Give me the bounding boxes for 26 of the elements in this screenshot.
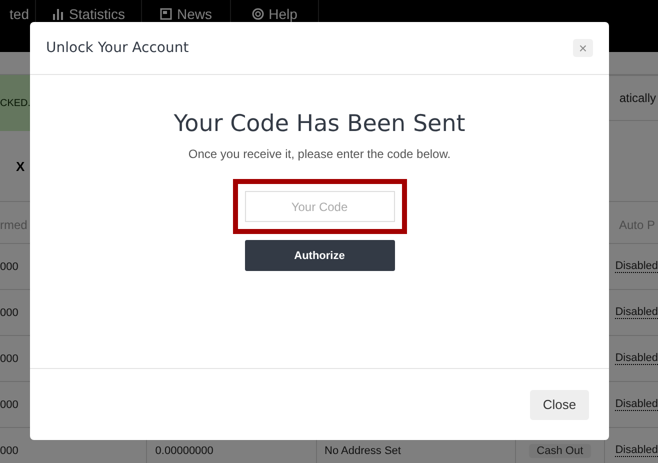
table-cell: 000	[0, 352, 18, 364]
auto-pay-link[interactable]: Disabled	[615, 260, 658, 273]
instruction-text: Once you receive it, please enter the code below.	[188, 147, 451, 161]
bar-chart-icon	[52, 8, 64, 20]
auto-pay-link[interactable]: Disabled	[615, 398, 658, 411]
table-cell: 000	[0, 260, 18, 272]
table-cell: 0.00000000	[155, 444, 214, 456]
code-input-field[interactable]: Your Code	[244, 191, 394, 222]
authorize-button[interactable]: Authorize	[244, 240, 394, 271]
table-cell: No Address Set	[324, 444, 401, 456]
auto-pay-link[interactable]: Disabled	[615, 352, 658, 365]
close-button[interactable]: ×	[573, 39, 593, 57]
lifebuoy-icon	[252, 8, 264, 20]
auto-pay-link[interactable]: Disabled	[615, 306, 658, 319]
toggle-text: X	[16, 158, 25, 174]
cash-out-button[interactable]: Cash Out	[528, 444, 592, 458]
panel-text: atically	[619, 91, 656, 105]
alert-text: CKED.	[0, 98, 31, 108]
heading: Your Code Has Been Sent	[174, 111, 466, 137]
auto-pay-link[interactable]: Disabled	[615, 444, 658, 457]
modal-title: Unlock Your Account	[46, 40, 189, 56]
table-cell: 000	[0, 444, 18, 456]
table-cell: 000	[0, 306, 18, 318]
news-icon	[160, 8, 172, 20]
close-button[interactable]: Close	[530, 390, 589, 420]
table-cell: 000	[0, 398, 18, 410]
